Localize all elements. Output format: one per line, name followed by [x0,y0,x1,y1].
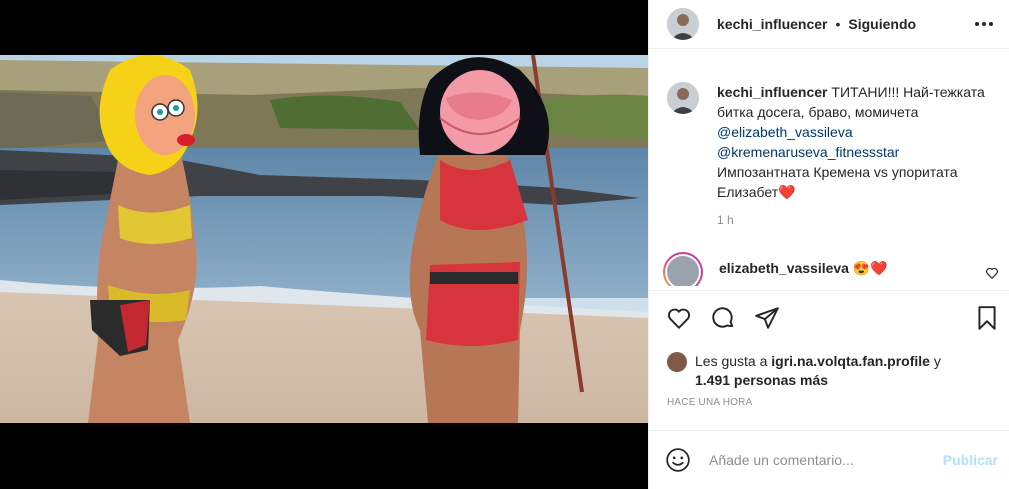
bookmark-icon[interactable] [973,304,1001,332]
caption-text: kechi_influencer ТИТАНИ!!! Най-тежката б… [717,82,993,202]
actions-divider [649,290,1009,291]
post-header: kechi_influencer • Siguiendo [649,0,1009,48]
likes-others[interactable]: 1.491 personas más [695,372,828,388]
publish-button[interactable]: Publicar [943,452,998,468]
action-bar [665,304,996,332]
person-avatar-icon [667,8,699,40]
following-button[interactable]: Siguiendo [848,16,916,32]
likes-summary: Les gusta a igri.na.volqta.fan.profile y… [667,352,997,390]
person-avatar-icon [667,82,699,114]
header-separator: • [835,16,841,32]
more-horizontal-icon[interactable] [974,14,994,34]
comment-text: elizabeth_vassileva 😍❤️ [719,260,888,286]
instagram-post-modal: kechi_influencer • Siguiendo kechi_influ… [0,0,1009,489]
beach-photo [0,0,648,489]
caption: kechi_influencer ТИТАНИ!!! Най-тежката б… [667,82,997,227]
mention-link[interactable]: @kremenaruseva_fitnessstar [717,142,993,162]
comment-body: 😍❤️ [852,260,888,276]
heart-icon[interactable] [665,304,693,332]
caption-avatar[interactable] [667,82,699,114]
comment-icon[interactable] [709,304,737,332]
heart-emoji: ❤️ [778,184,796,200]
post-image[interactable] [0,0,648,489]
author-avatar[interactable] [667,8,699,40]
caption-username[interactable]: kechi_influencer [717,84,828,100]
comment-input[interactable] [709,452,909,468]
author-username[interactable]: kechi_influencer [717,16,828,32]
liker-username[interactable]: igri.na.volqta.fan.profile [771,353,930,369]
post-sidebar: kechi_influencer • Siguiendo kechi_influ… [648,0,1009,489]
comment-like-heart-icon[interactable] [985,266,999,285]
post-timestamp[interactable]: Hace una hora [667,397,752,408]
mention-link[interactable]: @elizabeth_vassileva [717,122,993,142]
liker-avatar[interactable] [667,352,687,372]
header-divider [649,48,1009,49]
comment-row: elizabeth_vassileva 😍❤️ [663,252,1003,286]
likes-prefix: Les gusta a [695,353,768,369]
caption-body-2: Импозантната Кремена vs упоритата Елизаб… [717,164,958,200]
commenter-avatar [667,256,699,286]
add-comment-bar: Publicar [649,430,1009,489]
share-icon[interactable] [753,304,781,332]
story-ring[interactable] [663,252,703,286]
smiley-icon[interactable] [665,447,691,473]
likes-conj: y [933,353,941,369]
likes-text: Les gusta a igri.na.volqta.fan.profile y… [695,352,941,390]
caption-time[interactable]: 1 h [717,213,997,227]
commenter-username[interactable]: elizabeth_vassileva [719,260,849,276]
figure-left [88,55,198,423]
